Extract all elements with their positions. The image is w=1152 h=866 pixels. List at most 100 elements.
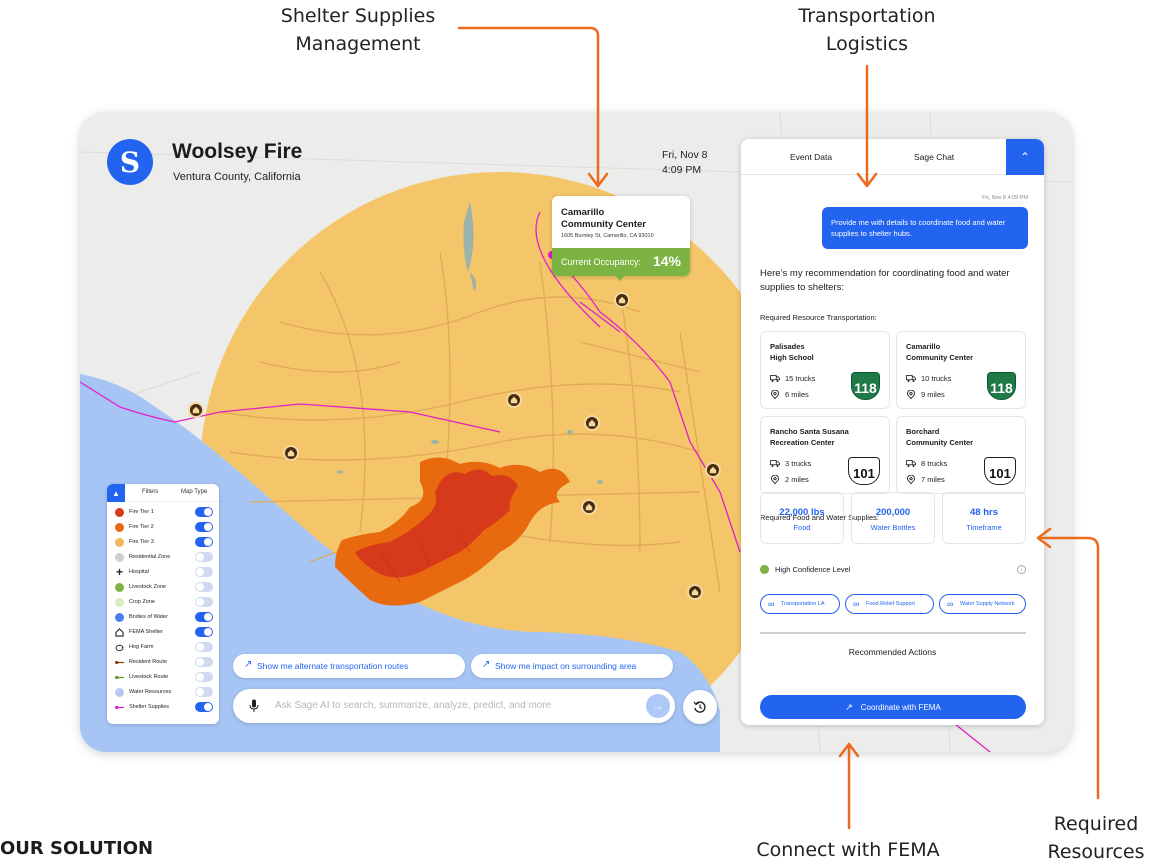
filter-toggle[interactable] (195, 612, 213, 622)
resource-link-chip[interactable]: ∞ Transportation LA (760, 594, 840, 614)
filter-label: Hog Farm (129, 644, 154, 650)
supply-label: Water Bottles (870, 523, 916, 532)
suggestion-impact-area[interactable]: ↗ Show me impact on surrounding area (471, 654, 673, 678)
filter-toggle[interactable] (195, 702, 213, 712)
chevron-up-icon[interactable]: ▲ (107, 484, 125, 502)
shelter-name-line1: Camarillo (561, 207, 605, 218)
location-pin-icon (770, 390, 780, 399)
filter-label: Fire Tier 1 (129, 509, 154, 515)
filter-row[interactable]: Water Resources (115, 686, 213, 698)
legend-dot-icon (115, 612, 124, 622)
truck-count: 15 trucks (770, 374, 815, 383)
shelter-marker[interactable] (584, 415, 600, 431)
legend-dot-icon (115, 552, 124, 562)
event-date: Fri, Nov 8 (662, 149, 708, 161)
shelter-marker[interactable] (283, 445, 299, 461)
filter-toggle[interactable] (195, 642, 213, 652)
link-icon: ∞ (853, 599, 860, 609)
shelter-marker[interactable] (581, 499, 597, 515)
shelter-marker[interactable] (687, 584, 703, 600)
annotation-shelter-line1: Shelter Supplies (280, 5, 436, 27)
filter-toggle[interactable] (195, 687, 213, 697)
shelter-popup[interactable]: Camarillo Community Center 1605 Burnley … (552, 196, 690, 281)
filter-label: Fire Tier 3 (129, 539, 154, 545)
filter-toggle[interactable] (195, 657, 213, 667)
history-icon (693, 701, 706, 713)
transport-card[interactable]: Palisades High School 15 trucks 6 miles 118 (760, 331, 890, 409)
truck-count: 3 trucks (770, 459, 811, 468)
confidence-indicator: High Confidence Level (760, 565, 850, 574)
filter-row[interactable]: Crop Zone (115, 596, 213, 608)
location-pin-icon (770, 475, 780, 484)
shelter-marker[interactable] (506, 392, 522, 408)
panel-tabbar: Event Data Sage Chat ⌃ (741, 139, 1044, 175)
annotation-shelter-supplies: Shelter Supplies Management (268, 2, 448, 58)
supply-card: 48 hrs Timeframe (942, 492, 1026, 544)
filter-row[interactable]: FEMA Shelter (115, 626, 213, 638)
transport-destination: Camarillo Community Center (906, 342, 974, 362)
filter-row[interactable]: Livestock Zone (115, 581, 213, 593)
transport-card[interactable]: Rancho Santa Susana Recreation Center 3 tr… (760, 416, 890, 494)
resource-link-chip[interactable]: ∞ Food Relief Support (845, 594, 934, 614)
event-title: Woolsey Fire (172, 140, 303, 163)
transport-card[interactable]: Borchard Community Center 8 trucks 7 miles 1… (896, 416, 1026, 494)
filter-row[interactable]: Livestock Route (115, 671, 213, 683)
toggle-knob (204, 523, 212, 531)
legend-dot-icon (115, 597, 124, 607)
arrow-up-right-icon: ↗ (845, 701, 853, 712)
filter-toggle[interactable] (195, 567, 213, 577)
supply-value: 200,000 (875, 507, 911, 518)
toggle-knob (196, 673, 204, 681)
search-bar[interactable]: Ask Sage AI to search, summarize, analyz… (233, 689, 675, 723)
recommended-actions-title: Recommended Actions (848, 647, 937, 657)
annotation-connect-fema: Connect with FEMA (756, 839, 940, 861)
history-button[interactable] (683, 690, 717, 724)
tab-filters[interactable]: Filters (142, 489, 158, 495)
supply-label: Food (793, 523, 811, 532)
chevron-up-icon[interactable]: ⌃ (1006, 139, 1044, 175)
filter-row[interactable]: + Hospital (115, 565, 213, 579)
tab-event-data[interactable]: Event Data (790, 152, 832, 162)
tab-sage-chat[interactable]: Sage Chat (914, 152, 954, 162)
shelter-marker[interactable] (705, 462, 721, 478)
filter-row[interactable]: Hog Farm (115, 641, 213, 653)
tab-map-type[interactable]: Map Type (181, 489, 207, 495)
filter-row[interactable]: Fire Tier 1 (115, 506, 213, 518)
filter-toggle[interactable] (195, 597, 213, 607)
filter-row[interactable]: Bodies of Water (115, 611, 213, 623)
filter-row[interactable]: Shelter Supplies (115, 701, 213, 713)
filter-row[interactable]: Residential Zone (115, 551, 213, 563)
toggle-knob (196, 688, 204, 696)
filter-label: Shelter Supplies (129, 704, 170, 710)
filter-row[interactable]: Resident Route (115, 656, 213, 668)
link-label: Food Relief Support (866, 601, 915, 607)
filter-row[interactable]: Fire Tier 2 (115, 521, 213, 533)
filter-label: Hospital (129, 569, 149, 575)
coordinate-fema-label: Coordinate with FEMA (860, 702, 941, 712)
truck-icon (906, 460, 916, 467)
shelter-marker[interactable] (188, 402, 204, 418)
resource-link-chip[interactable]: ∞ Water Supply Network (939, 594, 1026, 614)
transport-card[interactable]: Camarillo Community Center 10 trucks 9 mile… (896, 331, 1026, 409)
shelter-popup-address: 1605 Burnley St, Camarillo, CA 93010 (561, 233, 654, 239)
info-icon[interactable]: i (1017, 565, 1026, 574)
send-arrow-icon[interactable]: → (646, 694, 670, 718)
us-highway-shield-icon: 101 (984, 457, 1016, 485)
suggestion-alternate-routes[interactable]: ↗ Show me alternate transportation route… (233, 654, 465, 678)
filter-toggle[interactable] (195, 552, 213, 562)
section-divider (760, 632, 1026, 634)
filter-toggle[interactable] (195, 672, 213, 682)
supply-card: 22,000 lbs Food (760, 492, 844, 544)
coordinate-fema-button[interactable]: ↗ Coordinate with FEMA (760, 695, 1026, 719)
filter-toggle[interactable] (195, 507, 213, 517)
filter-row[interactable]: Fire Tier 3 (115, 536, 213, 548)
route-line-icon (115, 703, 124, 712)
event-location: Ventura County, California (173, 171, 301, 183)
filter-toggle[interactable] (195, 627, 213, 637)
microphone-icon[interactable] (248, 699, 260, 713)
supply-value: 22,000 lbs (779, 507, 825, 518)
shelter-marker[interactable] (614, 292, 630, 308)
filter-toggle[interactable] (195, 522, 213, 532)
filter-toggle[interactable] (195, 537, 213, 547)
filter-toggle[interactable] (195, 582, 213, 592)
